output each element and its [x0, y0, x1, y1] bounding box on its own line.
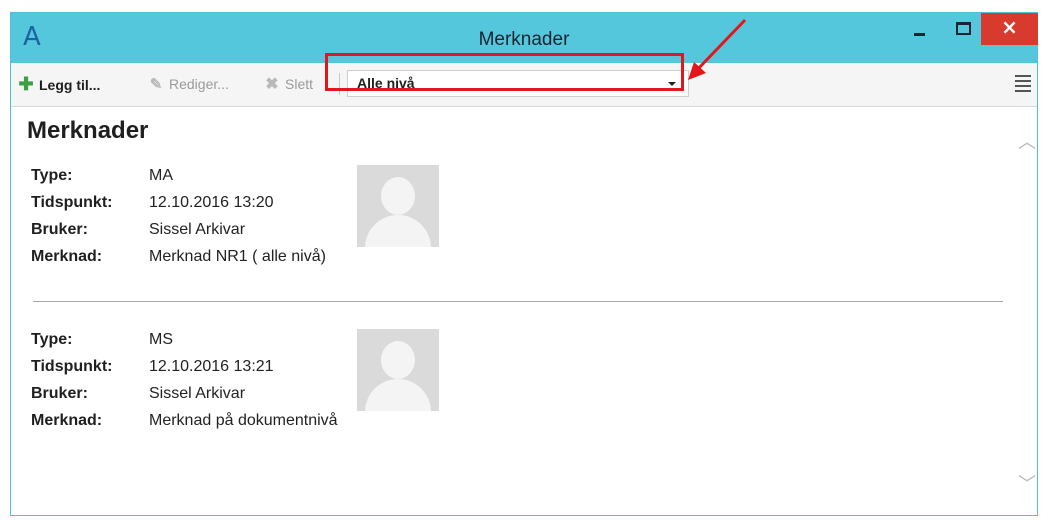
type-label: Type: — [31, 167, 73, 184]
delete-note-button[interactable]: ✖ Slett — [263, 73, 313, 95]
user-label: Bruker: — [31, 221, 88, 238]
maximize-button[interactable] — [947, 13, 979, 45]
close-icon: × — [1001, 15, 1018, 39]
plus-icon: ✚ — [18, 74, 34, 94]
window-title: Merknader — [478, 29, 570, 50]
time-value: 12.10.2016 13:20 — [149, 194, 274, 211]
scroll-up-icon[interactable]: ︿ — [1018, 134, 1036, 152]
note-label: Merknad: — [31, 412, 103, 429]
user-value: Sissel Arkivar — [149, 385, 246, 402]
type-value: MS — [149, 331, 173, 348]
avatar — [357, 165, 439, 247]
delete-note-label: Slett — [285, 76, 314, 92]
maximize-icon — [956, 22, 971, 35]
list-view-icon[interactable] — [1015, 75, 1031, 93]
avatar — [357, 329, 439, 411]
type-label: Type: — [31, 331, 73, 348]
scroll-down-icon[interactable]: ﹀ — [1018, 476, 1036, 494]
edit-note-label: Rediger... — [169, 76, 229, 92]
annotation-highlight-box — [325, 53, 684, 91]
time-value: 12.10.2016 13:21 — [149, 358, 274, 375]
type-value: MA — [149, 167, 173, 184]
user-label: Bruker: — [31, 385, 88, 402]
entry-divider — [33, 301, 1003, 302]
note-label: Merknad: — [31, 248, 103, 265]
page-title: Merknader — [27, 117, 149, 144]
close-button[interactable]: × — [981, 13, 1038, 45]
time-label: Tidspunkt: — [31, 358, 113, 375]
edit-note-button[interactable]: ✎ Rediger... — [147, 73, 229, 95]
time-label: Tidspunkt: — [31, 194, 113, 211]
delete-x-icon: ✖ — [265, 76, 279, 93]
user-value: Sissel Arkivar — [149, 221, 246, 238]
vertical-scrollbar[interactable]: ︿ ﹀ — [1011, 107, 1037, 515]
add-note-label: Legg til... — [39, 77, 101, 93]
add-note-button[interactable]: ✚ Legg til... — [17, 73, 100, 95]
note-value: Merknad NR1 ( alle nivå) — [149, 248, 326, 265]
minimize-button[interactable] — [903, 13, 935, 45]
pencil-icon: ✎ — [149, 76, 163, 93]
notes-content: Merknader Type: MA Tidspunkt: 12.10.2016… — [11, 107, 1011, 515]
note-value: Merknad på dokumentnivå — [149, 412, 338, 429]
minimize-icon — [914, 33, 925, 36]
